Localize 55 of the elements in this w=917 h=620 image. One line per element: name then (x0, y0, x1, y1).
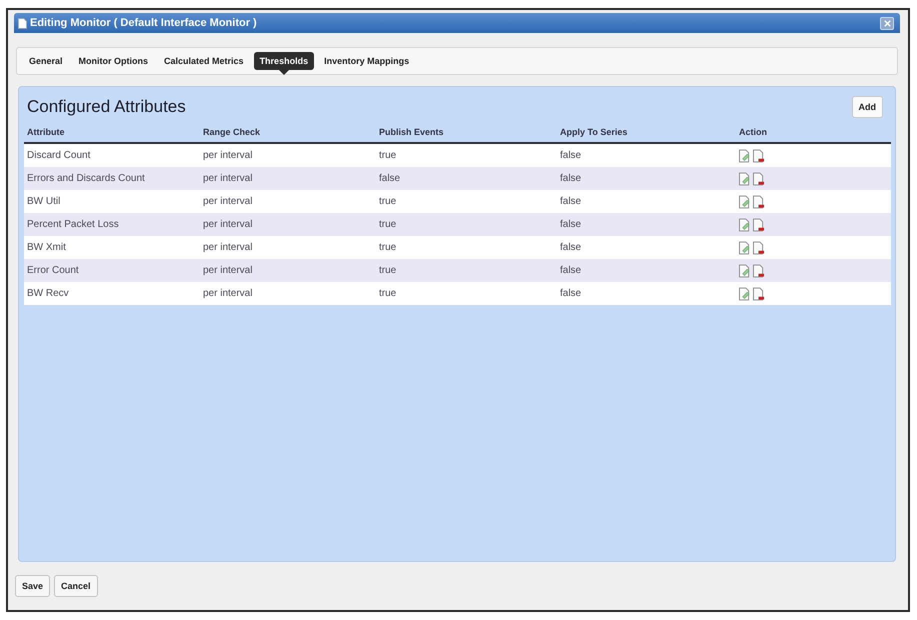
table-cell: per interval (200, 190, 376, 213)
table-cell: false (557, 167, 736, 190)
table-cell: false (557, 213, 736, 236)
table-cell: BW Recv (24, 282, 200, 305)
page-edit-icon[interactable] (739, 286, 750, 300)
page-edit-icon[interactable] (739, 148, 750, 162)
page-delete-icon[interactable] (753, 194, 764, 208)
table-cell: true (376, 236, 557, 259)
page-delete-icon[interactable] (753, 240, 764, 254)
table-cell: false (557, 259, 736, 282)
page-delete-icon[interactable] (753, 148, 764, 162)
tab[interactable]: Calculated Metrics (158, 52, 250, 70)
table-cell: per interval (200, 282, 376, 305)
table-cell: per interval (200, 236, 376, 259)
table-cell: per interval (200, 259, 376, 282)
table-cell: true (376, 213, 557, 236)
dialog-button[interactable]: Save (15, 575, 50, 597)
page-delete-icon[interactable] (753, 172, 764, 186)
table-cell: true (376, 259, 557, 282)
close-button[interactable] (880, 16, 894, 30)
table-cell: true (376, 282, 557, 305)
table-cell: Error Count (24, 259, 200, 282)
table-cell: per interval (200, 213, 376, 236)
table-cell: BW Xmit (24, 236, 200, 259)
table-cell: false (557, 143, 736, 167)
page-edit-icon[interactable] (739, 264, 750, 278)
table-cell: per interval (200, 167, 376, 190)
table-cell: Discard Count (24, 143, 200, 167)
close-icon (882, 18, 892, 28)
page-edit-icon[interactable] (739, 194, 750, 208)
tab[interactable]: General (23, 52, 69, 70)
tab[interactable]: Monitor Options (72, 52, 154, 70)
panel-title: Configured Attributes (27, 97, 186, 117)
add-button[interactable]: Add (852, 96, 883, 118)
table-cell: false (376, 167, 557, 190)
table-cell: Errors and Discards Count (24, 167, 200, 190)
table-cell: false (557, 282, 736, 305)
page-edit-icon[interactable] (739, 172, 750, 186)
table-cell: per interval (200, 143, 376, 167)
page-edit-icon[interactable] (739, 240, 750, 254)
window-title: Editing Monitor ( Default Interface Monitor ) (30, 17, 258, 29)
tab-pointer-icon (278, 70, 289, 75)
table-cell: Percent Packet Loss (24, 213, 200, 236)
page-delete-icon[interactable] (753, 286, 764, 300)
table-cell: true (376, 143, 557, 167)
page-delete-icon[interactable] (753, 218, 764, 232)
table-cell: true (376, 190, 557, 213)
dialog-button[interactable]: Cancel (54, 575, 98, 597)
table-cell: false (557, 236, 736, 259)
table-cell: false (557, 190, 736, 213)
page-edit-icon[interactable] (739, 218, 750, 232)
table-cell: BW Util (24, 190, 200, 213)
page-delete-icon[interactable] (753, 264, 764, 278)
tab[interactable]: Inventory Mappings (318, 52, 416, 70)
document-icon (18, 18, 27, 28)
